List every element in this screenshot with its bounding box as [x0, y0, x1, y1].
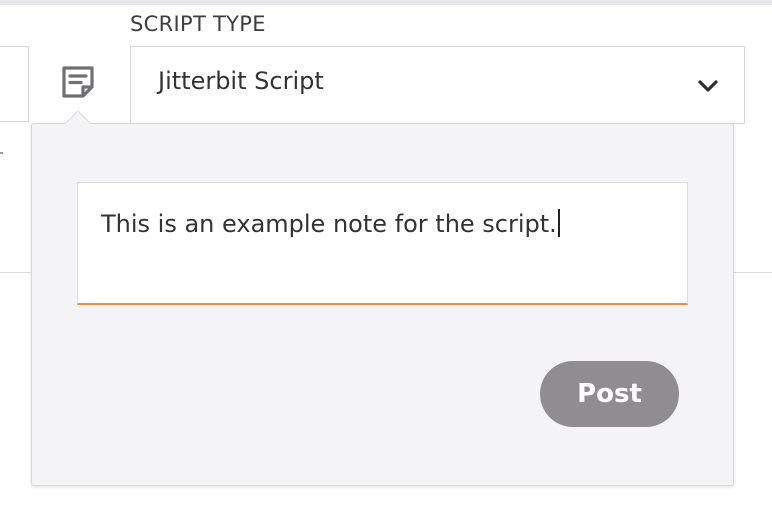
script-type-select[interactable]: Jitterbit Script — [130, 46, 745, 124]
script-type-selected-value: Jitterbit Script — [158, 67, 324, 95]
script-type-label: SCRIPT TYPE — [130, 12, 266, 36]
chevron-down-icon — [696, 75, 720, 99]
background-divider — [0, 272, 31, 273]
text-cursor — [557, 209, 560, 237]
background-mark — [0, 152, 3, 154]
post-button[interactable]: Post — [540, 361, 679, 427]
background-divider — [734, 272, 772, 273]
popover-arrow — [65, 110, 91, 124]
notes-toggle-button[interactable] — [60, 64, 100, 104]
note-icon — [60, 64, 100, 100]
note-text-value: This is an example note for the script. — [101, 209, 560, 238]
top-divider-strip — [0, 0, 772, 5]
adjacent-input-fragment[interactable] — [0, 46, 29, 122]
note-text-content: This is an example note for the script. — [101, 210, 557, 238]
note-text-field[interactable]: This is an example note for the script. — [77, 182, 688, 305]
